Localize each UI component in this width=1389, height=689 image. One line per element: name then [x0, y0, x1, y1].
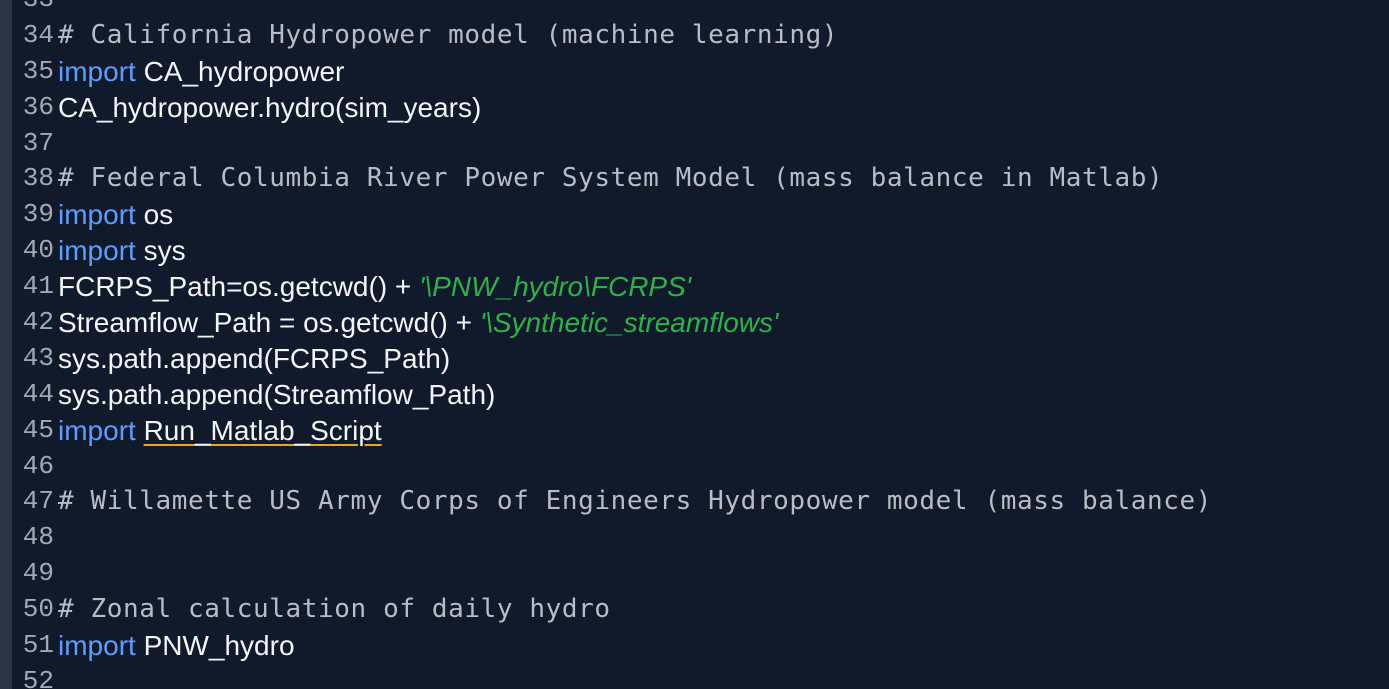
code-identifier: CA_hydropower.hydro(sim_years) — [58, 91, 482, 123]
code-comment: # California Hydropower model (machine l… — [58, 19, 839, 50]
line-number: 33 — [0, 0, 58, 18]
code-line[interactable]: 33 — [0, 0, 1389, 18]
code-line[interactable]: 43 sys.path.append(FCRPS_Path) — [0, 341, 1389, 377]
line-number: 39 — [22, 199, 54, 230]
line-number: 38 — [22, 163, 54, 194]
line-number: 37 — [22, 127, 54, 158]
line-number: 35 — [22, 55, 54, 86]
line-code[interactable] — [58, 449, 1389, 485]
code-line[interactable]: 48 — [0, 520, 1389, 556]
code-line[interactable]: 47 # Willamette US Army Corps of Engineer… — [0, 484, 1389, 520]
code-line[interactable]: 40 import sys — [0, 233, 1389, 269]
unresolved-import-identifier: Run_Matlab_Script — [143, 414, 382, 446]
line-number: 46 — [22, 450, 54, 481]
code-line[interactable]: 44 sys.path.append(Streamflow_Path) — [0, 377, 1389, 413]
code-line[interactable]: 37 — [0, 126, 1389, 162]
line-code[interactable]: import CA_hydropower — [58, 54, 1389, 90]
code-identifier: sys.path.append(Streamflow_Path) — [58, 378, 496, 410]
code-line[interactable]: 52 — [0, 664, 1389, 689]
line-code[interactable]: FCRPS_Path=os.getcwd() + '\PNW_hydro\FCR… — [58, 269, 1389, 305]
code-line[interactable]: 39 import os — [0, 197, 1389, 233]
line-code[interactable]: import os — [58, 197, 1389, 233]
line-code[interactable]: Streamflow_Path = os.getcwd() + '\Synthe… — [58, 305, 1389, 341]
line-code[interactable] — [58, 520, 1389, 556]
code-comment: # Zonal calculation of daily hydro — [58, 594, 611, 625]
code-line[interactable]: 42 Streamflow_Path = os.getcwd() + '\Synt… — [0, 305, 1389, 341]
line-number: 48 — [22, 522, 54, 553]
code-line[interactable]: 34 # California Hydropower model (machine… — [0, 18, 1389, 54]
code-line[interactable]: 38 # Federal Columbia River Power System … — [0, 161, 1389, 197]
line-code[interactable]: # Willamette US Army Corps of Engineers … — [58, 484, 1389, 520]
line-number: 45 — [22, 414, 54, 445]
line-number: 40 — [22, 235, 54, 266]
line-code[interactable]: # Federal Columbia River Power System Mo… — [58, 161, 1389, 197]
line-code[interactable]: import sys — [58, 233, 1389, 269]
code-line[interactable]: 45 import Run_Matlab_Script — [0, 413, 1389, 449]
line-code[interactable]: import Run_Matlab_Script — [58, 413, 1389, 449]
code-line[interactable]: 35 import CA_hydropower — [0, 54, 1389, 90]
code-identifier — [136, 415, 144, 446]
code-line[interactable]: 41 FCRPS_Path=os.getcwd() + '\PNW_hydro\F… — [0, 269, 1389, 305]
line-code[interactable] — [58, 126, 1389, 162]
line-code[interactable]: # California Hydropower model (machine l… — [58, 18, 1389, 54]
line-number: 36 — [22, 91, 54, 122]
line-number: 41 — [22, 271, 54, 302]
line-number: 44 — [22, 378, 54, 409]
code-identifier: PNW_hydro — [135, 630, 295, 662]
code-keyword: import — [58, 235, 136, 267]
line-number: 42 — [22, 307, 54, 338]
line-code[interactable] — [58, 664, 1389, 689]
line-code[interactable]: CA_hydropower.hydro(sim_years) — [58, 90, 1389, 126]
code-string: '\Synthetic_streamflows' — [479, 307, 779, 339]
line-number: 50 — [22, 594, 54, 625]
line-code[interactable]: import PNW_hydro — [58, 628, 1389, 664]
code-string: '\PNW_hydro\FCRPS' — [419, 271, 692, 303]
line-code[interactable]: # Zonal calculation of daily hydro — [58, 592, 1389, 628]
code-line[interactable]: 36 CA_hydropower.hydro(sim_years) — [0, 90, 1389, 126]
line-code[interactable] — [58, 0, 1389, 18]
line-number: 52 — [22, 665, 54, 689]
code-line[interactable]: 51 import PNW_hydro — [0, 628, 1389, 664]
code-editor[interactable]: 3334# California Hydropower model (machi… — [0, 0, 1389, 689]
code-keyword: import — [58, 414, 136, 446]
code-keyword: import — [58, 199, 136, 231]
line-number: 49 — [22, 558, 54, 589]
code-comment: # Federal Columbia River Power System Mo… — [58, 163, 1164, 194]
code-lines[interactable]: 3334# California Hydropower model (machi… — [0, 0, 1389, 689]
code-comment: # Willamette US Army Corps of Engineers … — [58, 486, 1212, 517]
code-keyword: import — [58, 55, 136, 87]
line-number: 47 — [22, 486, 54, 517]
code-line[interactable]: 49 — [0, 556, 1389, 592]
code-identifier: FCRPS_Path=os.getcwd() + — [58, 271, 420, 303]
code-identifier: CA_hydropower — [135, 55, 345, 87]
line-code[interactable]: sys.path.append(Streamflow_Path) — [58, 377, 1389, 413]
code-line[interactable]: 50 # Zonal calculation of daily hydro — [0, 592, 1389, 628]
code-identifier: Streamflow_Path = os.getcwd() + — [58, 307, 480, 339]
line-number: 34 — [22, 19, 54, 50]
code-keyword: import — [58, 630, 136, 662]
code-identifier: sys.path.append(FCRPS_Path) — [58, 342, 451, 374]
code-line[interactable]: 46 — [0, 449, 1389, 485]
line-code[interactable]: sys.path.append(FCRPS_Path) — [58, 341, 1389, 377]
code-identifier: sys — [135, 235, 186, 267]
line-number: 43 — [22, 342, 54, 373]
line-number: 51 — [22, 630, 54, 661]
code-identifier: os — [135, 199, 174, 231]
line-code[interactable] — [58, 556, 1389, 592]
